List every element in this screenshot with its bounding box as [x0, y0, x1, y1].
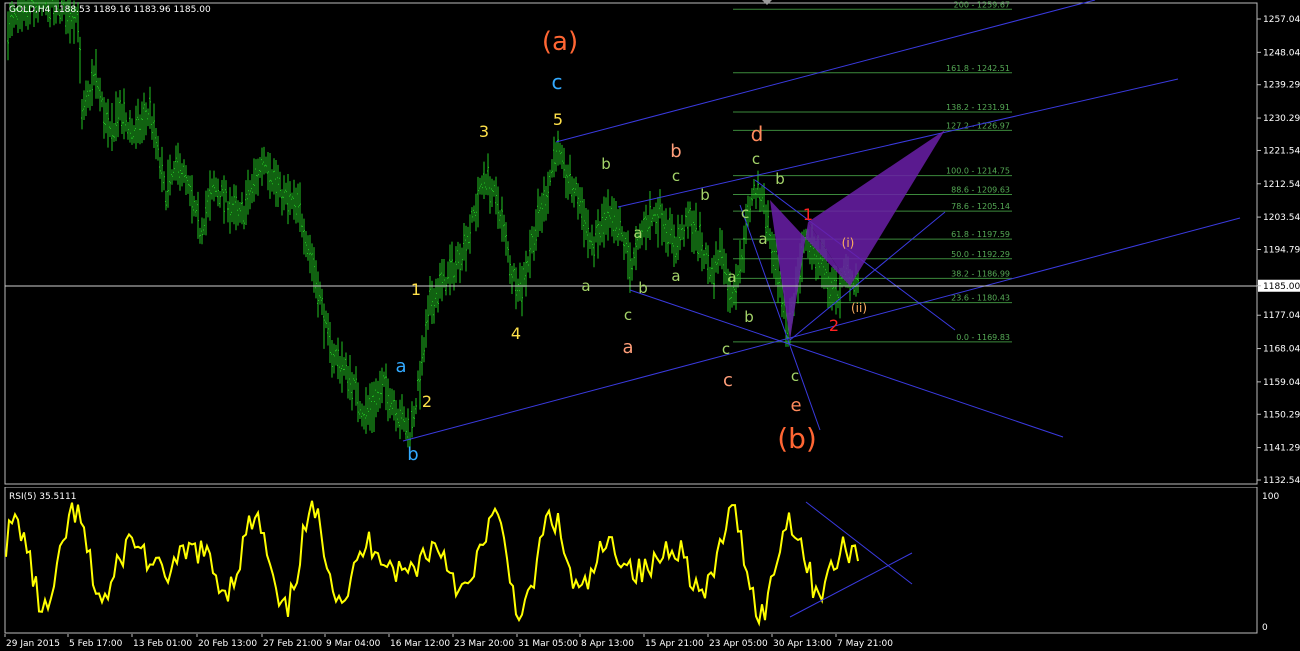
fib-level-label: 38.2 - 1186.99: [951, 269, 1010, 278]
time-tick-label: 5 Feb 17:00: [69, 639, 123, 649]
time-tick-label: 29 Jan 2015: [6, 639, 60, 649]
wave-label: (i): [842, 236, 855, 250]
wave-label: c: [552, 70, 563, 94]
wave-label: b: [775, 170, 785, 188]
wave-label: b: [670, 141, 681, 162]
price-tick-label: 1212.54: [1263, 180, 1300, 190]
price-chart-svg[interactable]: 200 - 1259.67 161.8 - 1242.51 138.2 - 1231…: [0, 0, 1300, 485]
wave-label: b: [744, 308, 754, 326]
wave-label: 2: [829, 316, 839, 335]
wave-label: 4: [511, 324, 521, 343]
price-axis[interactable]: 1257.04 1248.04 1239.29 1230.29 1221.54 1212.…: [1257, 15, 1300, 485]
fib-level-label: 78.6 - 1205.14: [951, 202, 1010, 211]
fib-level-label: 200 - 1259.67: [954, 0, 1010, 9]
rsi-tick-0: 0: [1262, 623, 1268, 633]
price-tick-label: 1141.29: [1263, 444, 1300, 454]
rsi-tick-100: 100: [1262, 492, 1279, 502]
rsi-header: RSI(5) 35.5111: [9, 492, 76, 502]
time-tick-label: 7 May 21:00: [837, 639, 893, 649]
chart-header: GOLD,H4 1188.53 1189.16 1183.96 1185.00: [9, 5, 211, 15]
time-axis[interactable]: 29 Jan 2015 5 Feb 17:00 13 Feb 01:00 20 Feb…: [0, 634, 1300, 651]
fib-level-label: 0.0 - 1169.83: [956, 333, 1010, 342]
price-tick-label: 1177.04: [1263, 311, 1300, 321]
wave-label: c: [723, 370, 733, 391]
wave-label: (a): [542, 27, 578, 57]
wave-label: a: [633, 224, 642, 242]
wave-label: e: [790, 395, 801, 416]
time-tick-label: 30 Apr 13:00: [773, 639, 832, 649]
fib-level-label: 127.2 - 1226.97: [946, 121, 1010, 130]
wave-label: a: [671, 267, 680, 285]
wave-label: 3: [479, 122, 489, 141]
time-tick-label: 31 Mar 05:00: [518, 639, 578, 649]
time-tick-label: 16 Mar 12:00: [390, 639, 450, 649]
price-chart-panel[interactable]: 200 - 1259.67 161.8 - 1242.51 138.2 - 1231…: [0, 0, 1300, 485]
wave-label: c: [791, 367, 799, 385]
wave-label: 5: [553, 110, 563, 129]
wave-label: a: [727, 268, 736, 286]
price-chart-background: [0, 0, 1300, 485]
wave-label: a: [581, 277, 590, 295]
time-tick-label: 8 Apr 13:00: [581, 639, 634, 649]
wave-label: c: [722, 340, 730, 358]
wave-label: c: [741, 204, 749, 222]
time-tick-label: 27 Feb 21:00: [263, 639, 322, 649]
price-tick-label: 1230.29: [1263, 114, 1300, 124]
wave-label: a: [758, 230, 767, 248]
wave-label: b: [601, 155, 611, 173]
rsi-panel[interactable]: RSI(5) 35.5111 100 0: [0, 487, 1300, 634]
wave-label: c: [752, 150, 760, 168]
wave-label: b: [407, 444, 418, 465]
time-tick-label: 23 Apr 05:00: [709, 639, 768, 649]
fib-level-label: 61.8 - 1197.59: [951, 230, 1010, 239]
price-tick-label: 1150.29: [1263, 410, 1300, 420]
wave-label: b: [638, 279, 648, 297]
fib-level-label: 161.8 - 1242.51: [946, 64, 1010, 73]
price-tick-label: 1159.04: [1263, 378, 1300, 388]
wave-label: (b): [777, 422, 817, 455]
price-tick-label: 1239.29: [1263, 81, 1300, 91]
price-tick-label: 1257.04: [1263, 15, 1300, 25]
fib-level-label: 23.6 - 1180.43: [951, 294, 1010, 303]
wave-label: c: [672, 167, 680, 185]
time-tick-label: 20 Feb 13:00: [198, 639, 257, 649]
rsi-svg[interactable]: RSI(5) 35.5111 100 0: [0, 487, 1300, 634]
price-tick-label: 1132.54: [1263, 476, 1300, 485]
wave-label: (ii): [851, 301, 867, 315]
chart-header-text: GOLD,H4 1188.53 1189.16 1183.96 1185.00: [9, 5, 211, 15]
time-tick-label: 9 Mar 04:00: [326, 639, 381, 649]
wave-label: 1: [411, 280, 421, 299]
time-tick-label: 23 Mar 20:00: [454, 639, 514, 649]
price-tick-label: 1168.04: [1263, 345, 1300, 355]
fib-level-label: 50.0 - 1192.29: [951, 250, 1010, 259]
wave-label: c: [624, 306, 632, 324]
price-tick-label: 1194.79: [1263, 246, 1300, 256]
price-tick-label: 1185.00: [1263, 282, 1300, 292]
price-tick-label: 1203.54: [1263, 213, 1300, 223]
fib-level-label: 88.6 - 1209.63: [951, 186, 1010, 195]
price-tick-label: 1221.54: [1263, 146, 1300, 156]
wave-label: b: [700, 186, 710, 204]
fib-level-label: 138.2 - 1231.91: [946, 103, 1010, 112]
wave-label: d: [751, 122, 764, 146]
time-tick-label: 13 Feb 01:00: [133, 639, 192, 649]
wave-label: a: [395, 356, 406, 377]
price-tick-label: 1248.04: [1263, 48, 1300, 58]
time-tick-label: 15 Apr 21:00: [645, 639, 704, 649]
rsi-background: [0, 487, 1300, 634]
fib-level-label: 100.0 - 1214.75: [946, 167, 1010, 176]
wave-label: 2: [422, 392, 432, 411]
time-axis-svg[interactable]: 29 Jan 2015 5 Feb 17:00 13 Feb 01:00 20 Feb…: [0, 634, 1300, 651]
wave-label: 1: [803, 205, 813, 224]
wave-label: a: [622, 337, 633, 358]
